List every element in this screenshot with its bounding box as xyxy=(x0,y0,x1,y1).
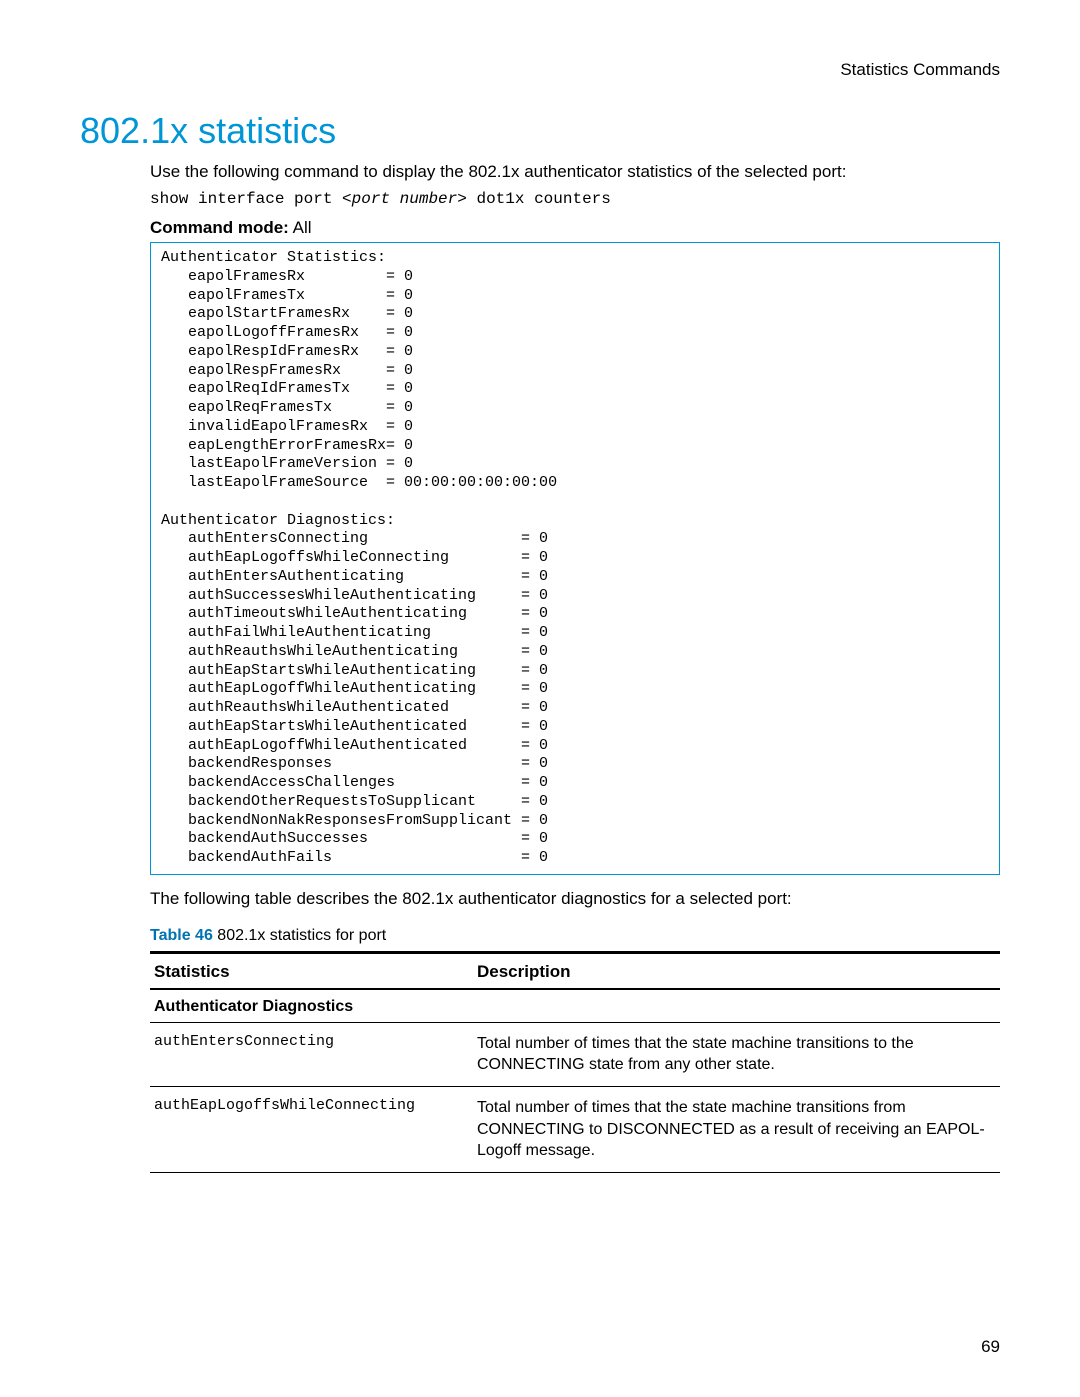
stat-desc-cell: Total number of times that the state mac… xyxy=(473,1022,1000,1086)
command-mode-line: Command mode: All xyxy=(150,218,1000,238)
table-intro-paragraph: The following table describes the 802.1x… xyxy=(150,889,1000,909)
statistics-table: Statistics Description Authenticator Dia… xyxy=(150,951,1000,1173)
command-arg: <port number> xyxy=(342,190,467,208)
table-caption: Table 46 802.1x statistics for port xyxy=(150,927,1000,945)
page-header-right: Statistics Commands xyxy=(80,60,1000,80)
command-prefix: show interface port xyxy=(150,190,342,208)
stat-name-cell: authEntersConnecting xyxy=(150,1022,473,1086)
intro-paragraph: Use the following command to display the… xyxy=(150,162,1000,182)
command-mode-value: All xyxy=(289,218,312,237)
table-caption-text: 802.1x statistics for port xyxy=(213,927,386,944)
table-label: Table 46 xyxy=(150,927,213,944)
command-mode-label: Command mode: xyxy=(150,218,289,237)
table-row: authEntersConnectingTotal number of time… xyxy=(150,1022,1000,1086)
page-title: 802.1x statistics xyxy=(80,110,1000,152)
table-row: authEapLogoffsWhileConnectingTotal numbe… xyxy=(150,1086,1000,1172)
table-section-header: Authenticator Diagnostics xyxy=(150,989,1000,1023)
command-suffix: dot1x counters xyxy=(467,190,611,208)
command-syntax: show interface port <port number> dot1x … xyxy=(150,190,1000,208)
statistics-table-body: Authenticator Diagnostics authEntersConn… xyxy=(150,989,1000,1172)
stat-desc-cell: Total number of times that the state mac… xyxy=(473,1086,1000,1172)
command-output-box: Authenticator Statistics: eapolFramesRx … xyxy=(150,242,1000,875)
table-header-statistics: Statistics xyxy=(150,952,473,989)
page-number: 69 xyxy=(981,1337,1000,1357)
stat-name-cell: authEapLogoffsWhileConnecting xyxy=(150,1086,473,1172)
table-header-description: Description xyxy=(473,952,1000,989)
